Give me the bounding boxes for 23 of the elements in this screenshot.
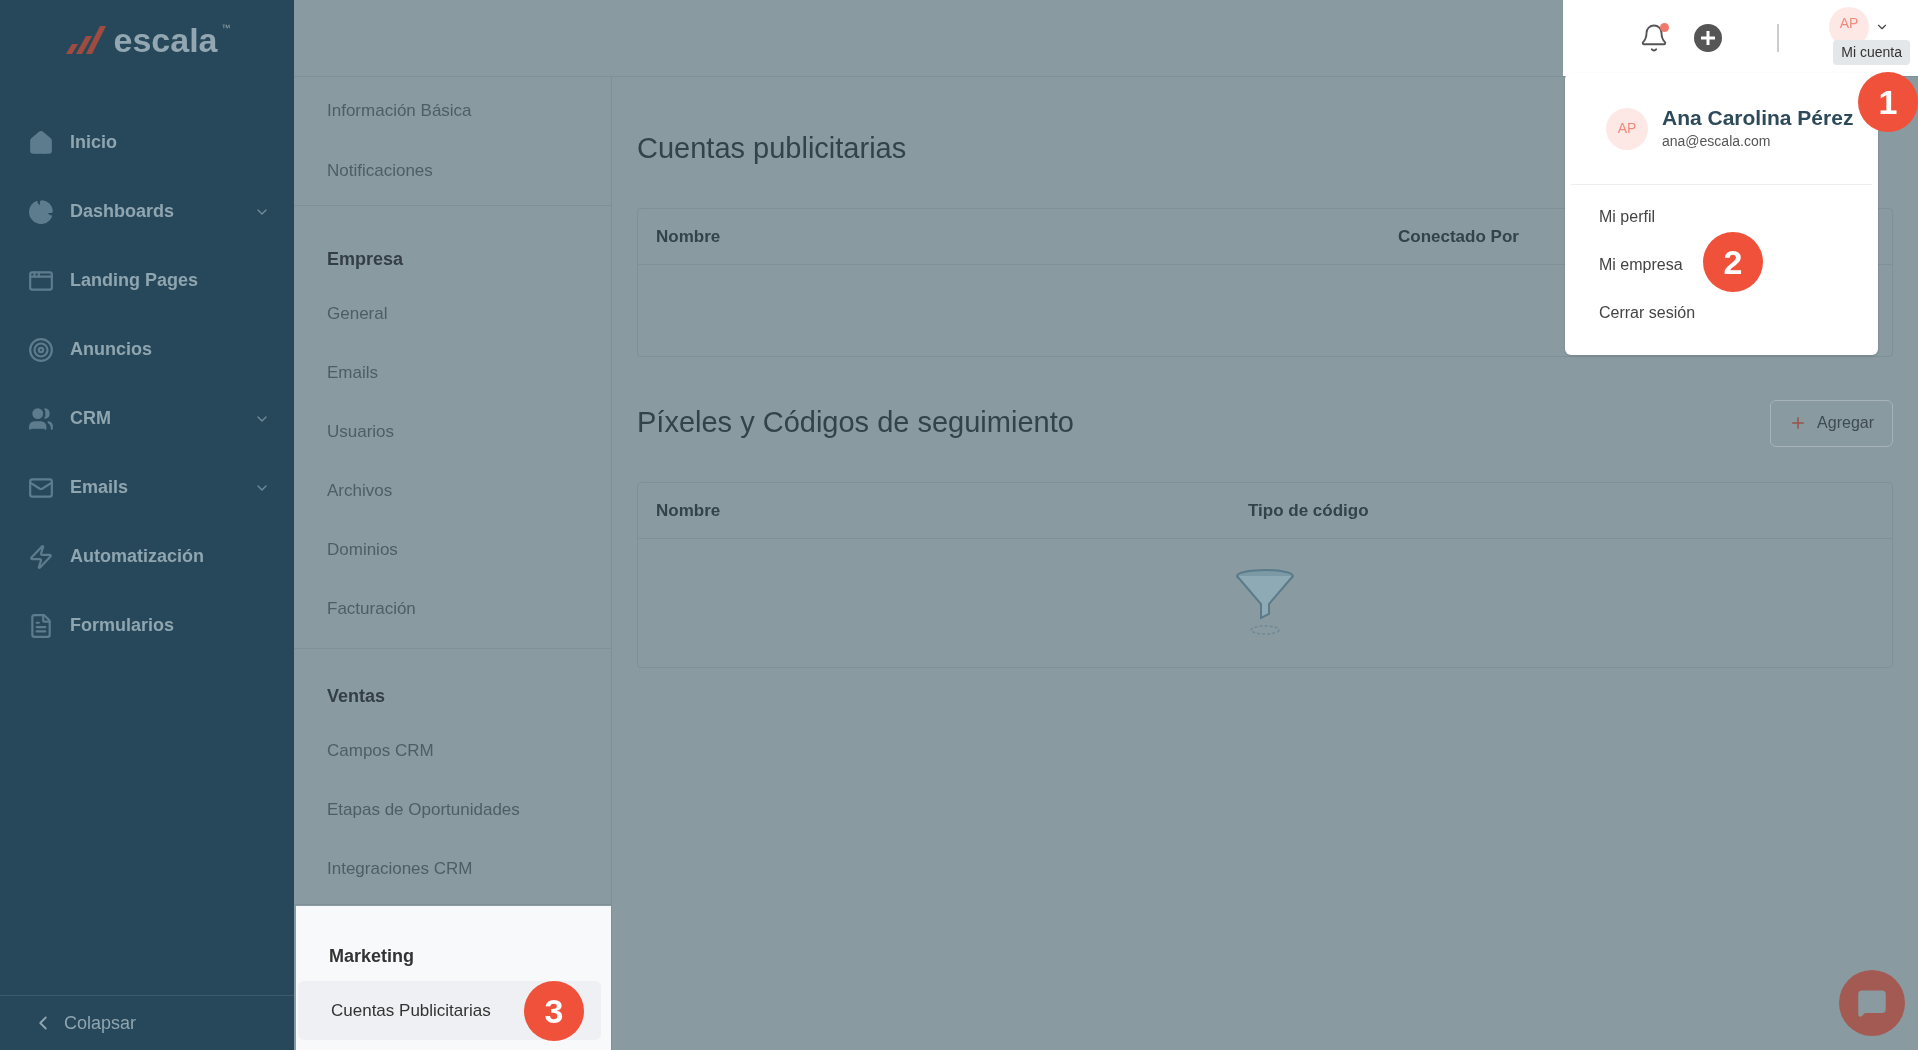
- user-name: Ana Carolina Pérez: [1662, 104, 1854, 131]
- sidebar-label: Automatización: [70, 545, 205, 568]
- trademark-sign: ™: [221, 22, 231, 35]
- tooltip: Mi cuenta: [1833, 40, 1910, 65]
- sidebar-label: CRM: [70, 407, 112, 430]
- section-heading: Píxeles y Códigos de seguimiento: [637, 405, 1074, 441]
- section-title: Marketing: [328, 944, 416, 968]
- sidebar-label: Dashboards: [70, 200, 176, 223]
- sidebar-label: Inicio: [70, 131, 118, 154]
- column-header: Conectado Por: [1397, 225, 1519, 248]
- sidebar-label: Landing Pages: [70, 269, 200, 292]
- sidebar-label: Anuncios: [70, 338, 153, 361]
- section-title: Ventas: [326, 684, 387, 708]
- avatar: AP: [1606, 107, 1648, 150]
- section-heading: Cuentas publicitarias: [637, 131, 907, 167]
- logo-text: escala: [113, 23, 218, 57]
- column-header: Nombre: [655, 499, 722, 522]
- column-header: Nombre: [655, 225, 722, 248]
- sidebar-label: Emails: [70, 476, 130, 499]
- sidebar-label: Formularios: [70, 614, 176, 637]
- column-header: Tipo de código: [1247, 499, 1369, 522]
- section-title: Empresa: [326, 247, 405, 271]
- user-email: ana@escala.com: [1662, 132, 1772, 152]
